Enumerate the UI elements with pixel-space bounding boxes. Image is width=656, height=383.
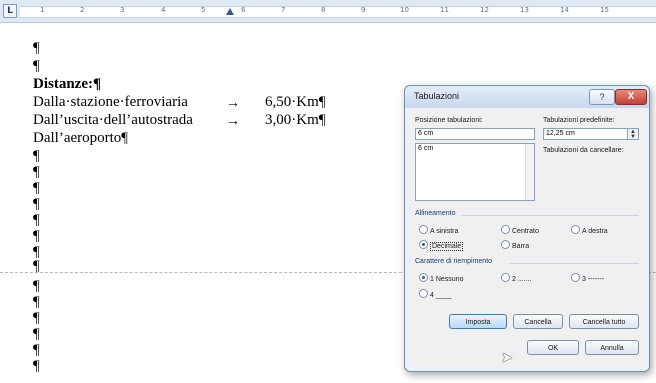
paragraph-mark: ¶ [33,342,40,358]
ruler-number: 10 [400,6,409,14]
paragraph-mark: ¶ [33,278,40,294]
clear-button[interactable]: Cancella [513,314,563,329]
paragraph-mark: ¶ [33,294,40,310]
default-tabs-value: 12,25 cm [546,130,575,137]
leader-dots-radio[interactable]: 2 ....... [501,273,531,283]
clear-all-button[interactable]: Cancella tutto [569,314,639,329]
row-label: Dalla·stazione·ferroviaria [33,94,188,110]
paragraph-mark: ¶ [33,40,40,56]
default-tabs-label: Tabulazioni predefinite: [543,117,615,124]
radio-selected-icon [419,273,428,282]
align-center-radio[interactable]: Centrato [501,225,539,235]
spin-down-icon[interactable]: ▼ [627,134,638,140]
close-button[interactable]: X [615,89,647,105]
ruler-number: 7 [281,6,286,14]
radio-selected-icon [419,240,428,249]
ruler-number: 8 [321,6,326,14]
ruler-number: 3 [120,6,125,14]
align-left-radio[interactable]: A sinistra [419,225,458,235]
tab-position-input[interactable]: 6 cm [415,128,535,140]
ruler-number: 1 [40,6,45,14]
radio-dot-icon [571,273,580,282]
radio-dot-icon [501,273,510,282]
paragraph-mark: ¶ [33,258,40,274]
list-scrollbar[interactable] [525,144,534,200]
mouse-cursor-icon: ➤ [501,349,513,365]
row-value: 3,00·Km¶ [265,112,326,128]
leader-dashes-radio[interactable]: 3 ------- [571,273,604,283]
radio-dot-icon [501,240,510,249]
row-value: 6,50·Km¶ [265,94,326,110]
horizontal-ruler[interactable]: L 1 2 3 4 5 6 7 8 9 10 11 12 13 14 15 [0,0,656,23]
paragraph-mark: ¶ [33,164,40,180]
ruler-strip: 1 2 3 4 5 6 7 8 9 10 11 12 13 14 15 [20,6,656,18]
tabs-to-clear-label: Tabulazioni da cancellare: [543,147,624,154]
row-label: Dall’uscita·dell’autostrada [33,112,193,128]
ruler-number: 13 [520,6,529,14]
ruler-number: 9 [361,6,366,14]
radio-dot-icon [501,225,510,234]
ruler-number: 6 [241,6,246,14]
paragraph-mark: ¶ [33,358,40,374]
ruler-number: 2 [80,6,85,14]
distances-heading: Distanze:¶ [33,76,102,92]
radio-dot-icon [419,289,428,298]
paragraph-mark: ¶ [33,180,40,196]
group-separator [509,263,639,264]
ruler-number: 15 [600,6,609,14]
leader-underline-radio[interactable]: 4 ____ [419,289,451,299]
set-button[interactable]: Imposta [449,314,507,329]
ruler-number: 12 [480,6,489,14]
tab-type-selector[interactable]: L [3,4,17,18]
tab-position-label: Posizione tabulazioni: [415,117,483,124]
cancel-button[interactable]: Annulla [585,340,639,355]
tab-arrow: → [226,114,240,129]
paragraph-mark: ¶ [33,148,40,164]
align-bar-radio[interactable]: Barra [501,240,529,250]
paragraph-mark: ¶ [33,228,40,244]
dialog-body: Posizione tabulazioni: 6 cm 6 cm Tabulaz… [409,109,645,367]
ruler-number: 11 [440,6,449,14]
paragraph-mark: ¶ [33,326,40,342]
default-tabs-input[interactable]: 12,25 cm ▲ ▼ [543,128,639,140]
leader-none-radio[interactable]: 1 Nessuno [419,273,463,283]
radio-dot-icon [571,225,580,234]
paragraph-mark: ¶ [33,58,40,74]
airport-line: Dall’aeroporto¶ [33,130,129,146]
align-decimal-radio[interactable]: Decimale [419,240,464,251]
ruler-number: 4 [161,6,166,14]
tab-position-list[interactable]: 6 cm [415,143,535,201]
ruler-number: 5 [201,6,206,14]
ok-button[interactable]: OK [527,340,579,355]
tab-list-item[interactable]: 6 cm [418,145,433,152]
tab-arrow: → [226,96,240,111]
paragraph-mark: ¶ [33,212,40,228]
radio-dot-icon [419,225,428,234]
align-right-radio[interactable]: A destra [571,225,608,235]
leader-group-label: Carattere di riempimento [415,258,493,265]
dialog-title: Tabulazioni [414,91,460,101]
help-button[interactable]: ? [589,89,615,105]
alignment-group-label: Allineamento [415,210,456,217]
ruler-number: 14 [560,6,569,14]
tabs-dialog[interactable]: Tabulazioni ? X Posizione tabulazioni: 6… [404,85,650,372]
paragraph-mark: ¶ [33,196,40,212]
dialog-title-bar[interactable]: Tabulazioni ? X [405,86,649,108]
decimal-tab-marker[interactable] [226,8,234,15]
group-separator [461,215,639,216]
paragraph-mark: ¶ [33,310,40,326]
